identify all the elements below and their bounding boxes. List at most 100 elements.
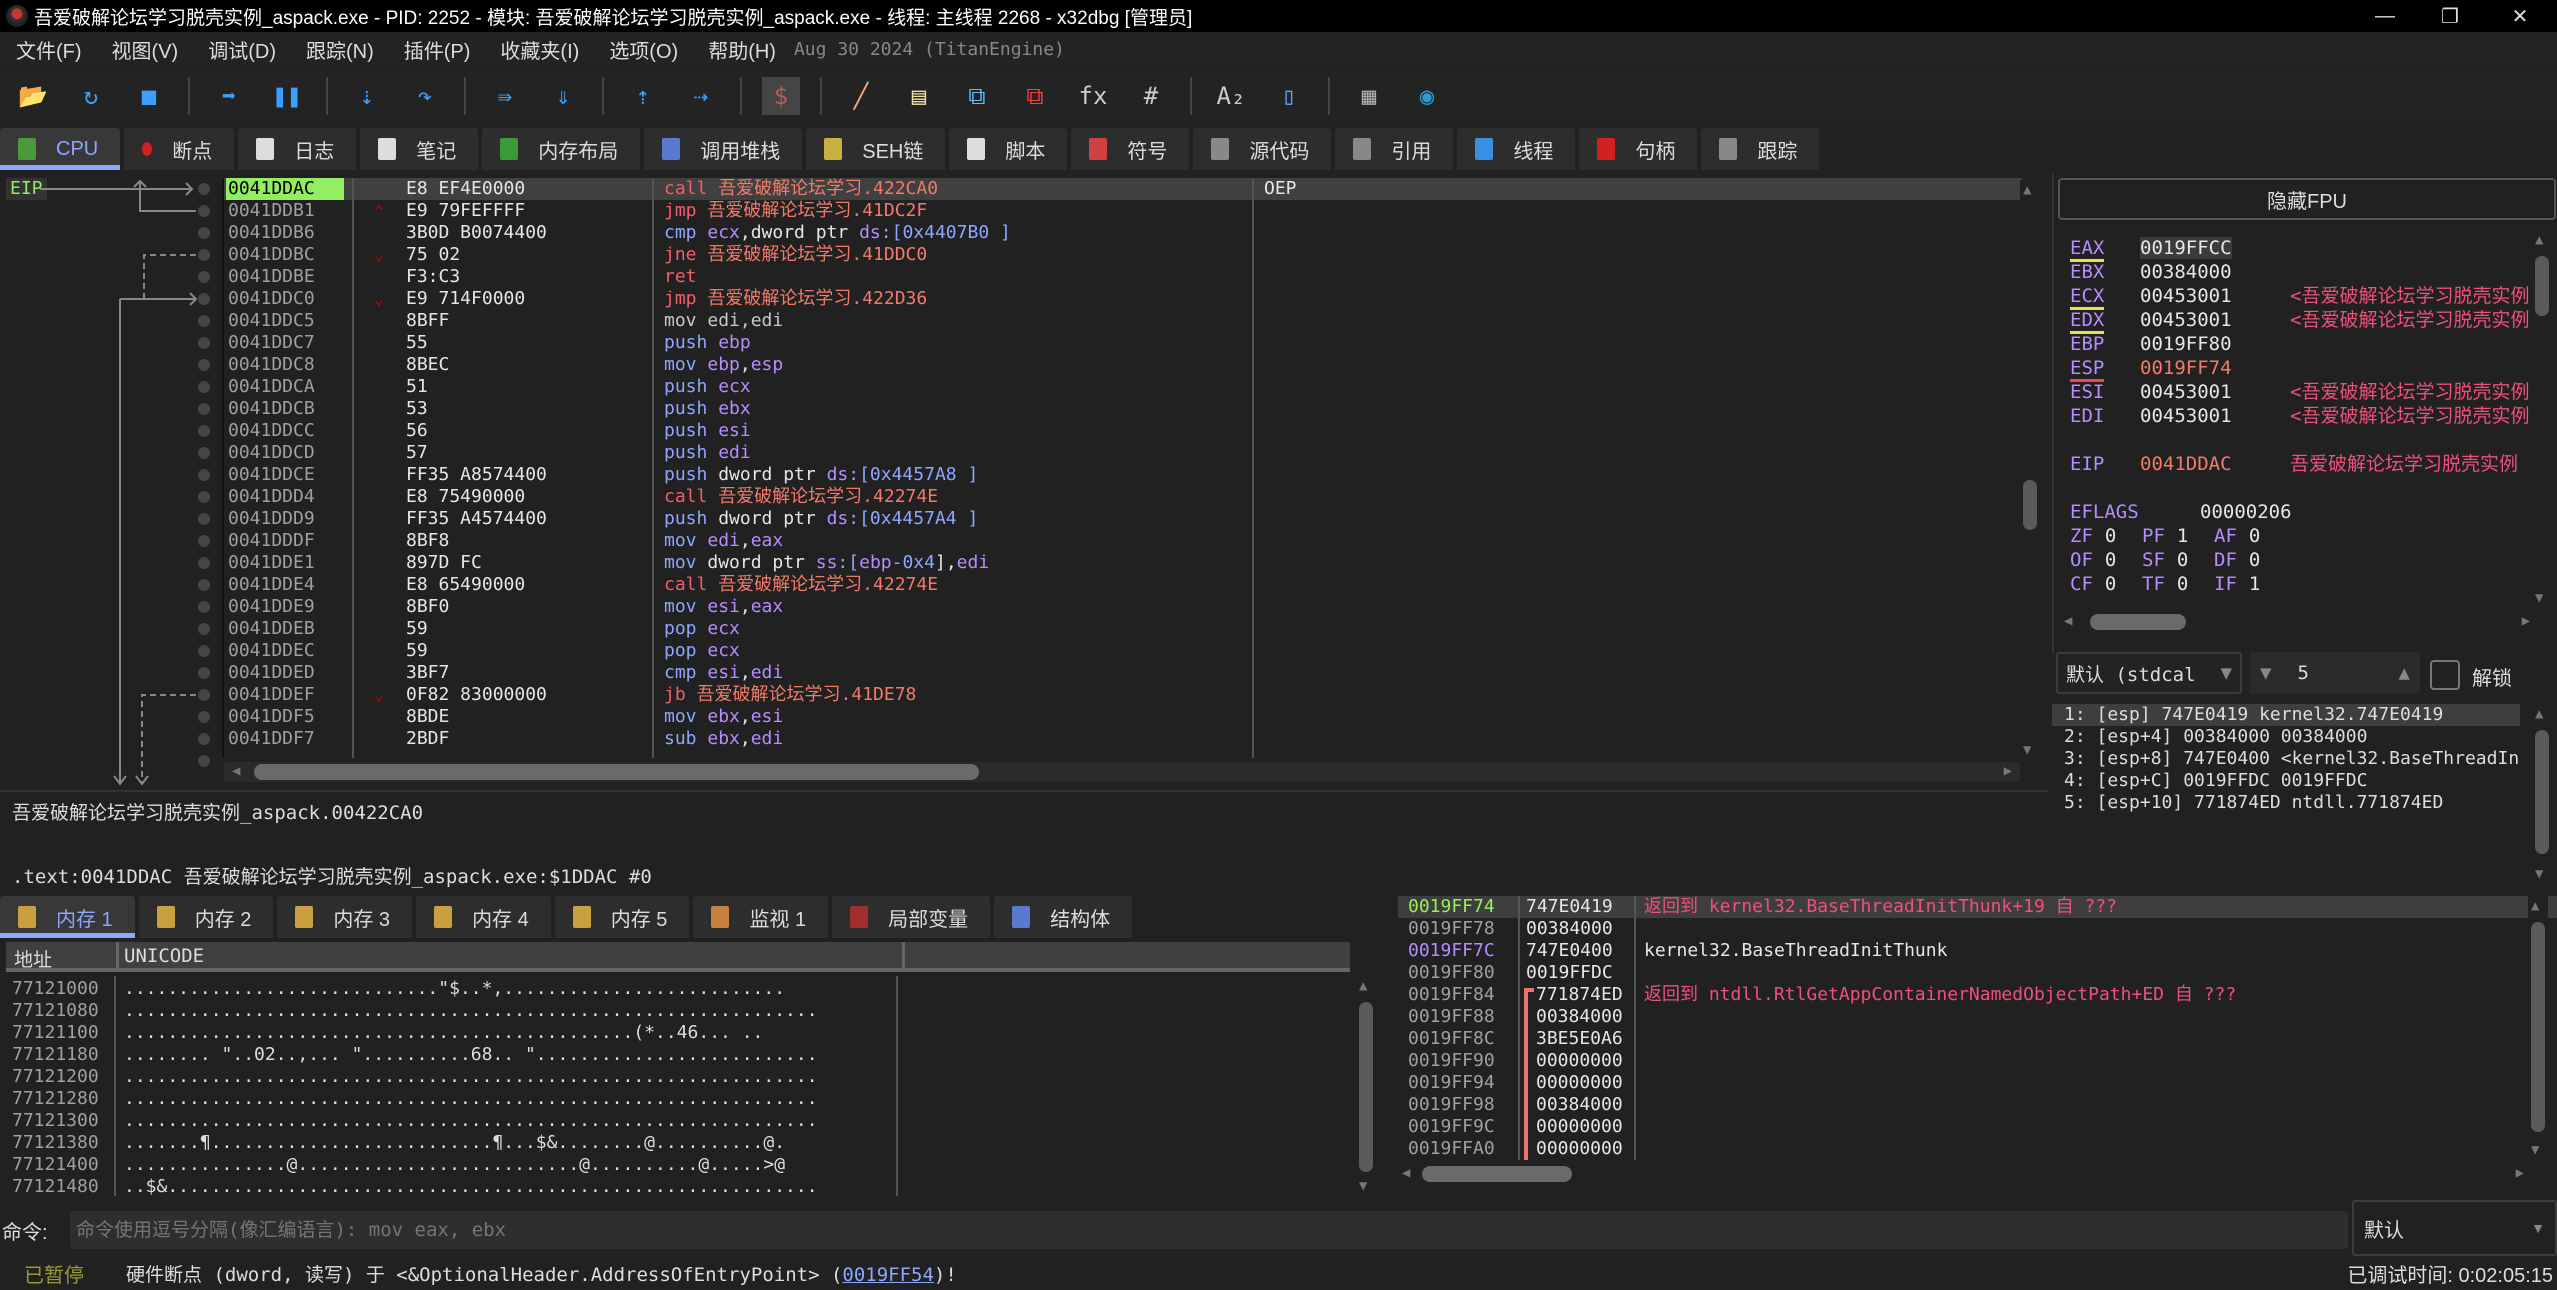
scroll-down-icon[interactable]: ▼ (2535, 590, 2543, 606)
disasm-row[interactable]: 0041DDBE F3:C3 ret (224, 266, 2022, 288)
registers-horizontal-scrollbar[interactable]: ◀ ▶ (2060, 612, 2530, 632)
scroll-up-icon[interactable]: ▲ (2531, 898, 2539, 914)
menu-view[interactable]: 视图(V) (96, 35, 193, 64)
dump-row-unicode[interactable]: ........................................… (124, 1088, 894, 1110)
disasm-row[interactable]: 0041DDC5 8BFF mov edi,edi (224, 310, 2022, 332)
functions-button[interactable]: fx (1074, 77, 1112, 115)
disasm-row[interactable]: 0041DDCD 57 push edi (224, 442, 2022, 464)
dump-row-address[interactable]: 77121080 (12, 1000, 99, 1022)
step-over-button[interactable]: ↷ (406, 77, 444, 115)
breakpoint-toggle[interactable] (198, 557, 210, 569)
scroll-up-icon[interactable]: ▲ (2023, 182, 2031, 198)
tab-call-stack[interactable]: 调用堆栈 (644, 128, 803, 170)
menu-debug[interactable]: 调试(D) (192, 35, 290, 64)
flag-tf[interactable]: TF 0 (2142, 572, 2214, 596)
stack-horizontal-scrollbar[interactable]: ◀ ▶ (1398, 1164, 2528, 1184)
breakpoint-toggle[interactable] (198, 667, 210, 679)
stack-row[interactable]: 0019FF98 00384000 (1398, 1094, 2557, 1116)
column-unicode[interactable]: UNICODE (124, 945, 204, 967)
flag-cf[interactable]: CF 0 (2070, 572, 2142, 596)
patch-button[interactable]: ╱ (842, 77, 880, 115)
tab-trace[interactable]: 跟踪 (1701, 128, 1820, 170)
run-to-user-code-button[interactable]: ⇢ (682, 77, 720, 115)
disasm-row[interactable]: 0041DDF7 2BDF sub ebx,edi (224, 728, 2022, 750)
breakpoint-toggle[interactable] (198, 645, 210, 657)
run-button[interactable]: ➡ (210, 77, 248, 115)
calling-convention-select[interactable]: 默认 (stdcal ▼ (2056, 652, 2242, 694)
dump-row-address[interactable]: 77121380 (12, 1132, 99, 1154)
breakpoint-toggle[interactable] (198, 403, 210, 415)
step-into-button[interactable]: ⇣ (348, 77, 386, 115)
breakpoint-toggle[interactable] (198, 293, 210, 305)
dump-row-address[interactable]: 77121180 (12, 1044, 99, 1066)
maximize-button[interactable]: ❐ (2420, 0, 2480, 32)
comments-button[interactable]: ▤ (900, 77, 938, 115)
dump-row-address[interactable]: 77121400 (12, 1154, 99, 1176)
tab-dump-4[interactable]: 内存 4 (416, 896, 551, 938)
scroll-down-icon[interactable]: ▼ (2535, 866, 2543, 882)
argument-row[interactable]: 4: [esp+C] 0019FFDC 0019FFDC (2052, 770, 2520, 792)
breakpoint-toggle[interactable] (198, 733, 210, 745)
stack-row[interactable]: 0019FF8C 3BE5E0A6 (1398, 1028, 2557, 1050)
breakpoint-toggle[interactable] (198, 381, 210, 393)
stack-row[interactable]: 0019FF94 00000000 (1398, 1072, 2557, 1094)
breakpoint-toggle[interactable] (198, 271, 210, 283)
dump-row-unicode[interactable]: ........ "..02..,... "..........68.. "..… (124, 1044, 894, 1066)
register-eflags[interactable]: EFLAGS 00000206 (2070, 500, 2350, 524)
calculator-button[interactable]: ▦ (1350, 77, 1388, 115)
breakpoint-toggle[interactable] (198, 711, 210, 723)
scroll-up-icon[interactable]: ▲ (2535, 232, 2543, 248)
register-eax[interactable]: EAX 0019FFCC (2070, 236, 2290, 262)
tab-dump-2[interactable]: 内存 2 (138, 896, 274, 938)
disasm-row[interactable]: 0041DDD4 E8 75490000 call 吾爱破解论坛学习.42274E (224, 486, 2022, 508)
command-input[interactable] (70, 1211, 2348, 1249)
register-ebp[interactable]: EBP 0019FF80 (2070, 332, 2290, 356)
register-ecx[interactable]: ECX 00453001 <吾爱破解论坛学习脱壳实例 (2070, 284, 2529, 310)
stack-row[interactable]: 0019FF84 771874ED 返回到 ntdll.RtlGetAppConta… (1398, 984, 2557, 1006)
argument-count-spinner[interactable]: ▼ 5 ▲ (2250, 652, 2420, 694)
disasm-horizontal-scrollbar[interactable]: ◀ ▶ (224, 762, 2020, 782)
tab-locals[interactable]: 局部变量 (832, 896, 991, 938)
flag-af[interactable]: AF 0 (2214, 524, 2286, 548)
command-mode-select[interactable]: 默认 ▼ (2352, 1200, 2557, 1256)
disasm-row[interactable]: 0041DDC0 ⌄ E9 714F0000 jmp 吾爱破解论坛学习.422D36 (224, 288, 2022, 310)
scroll-up-icon[interactable]: ▲ (2535, 706, 2543, 722)
disasm-row[interactable]: 0041DDE1 897D FC mov dword ptr ss:[ebp-0x4… (224, 552, 2022, 574)
tab-log[interactable]: 日志 (238, 128, 357, 170)
scylla-button[interactable]: $ (762, 77, 800, 115)
tab-seh[interactable]: SEH链 (806, 128, 946, 170)
scroll-left-icon[interactable]: ◀ (1402, 1165, 1410, 1181)
argument-row[interactable]: 1: [esp] 747E0419 kernel32.747E0419 (2052, 704, 2520, 726)
restart-button[interactable]: ↻ (72, 77, 110, 115)
argument-row[interactable]: 5: [esp+10] 771874ED ntdll.771874ED (2052, 792, 2520, 814)
scroll-right-icon[interactable]: ▶ (2004, 763, 2012, 779)
scroll-left-icon[interactable]: ◀ (2064, 613, 2072, 629)
argument-row[interactable]: 3: [esp+8] 747E0400 <kernel32.BaseThread… (2052, 748, 2520, 770)
decrement-icon[interactable]: ▼ (2260, 662, 2271, 684)
stack-row[interactable]: 0019FF9C 00000000 (1398, 1116, 2557, 1138)
open-button[interactable]: 📂 (14, 77, 52, 115)
stack-vertical-scrollbar[interactable]: ▲ ▼ (2528, 896, 2548, 1160)
stack-view[interactable]: 0019FF74 747E0419 返回到 kernel32.BaseThreadI… (1398, 896, 2557, 1196)
argument-row[interactable]: 2: [esp+4] 00384000 00384000 (2052, 726, 2520, 748)
breakpoint-toggle[interactable] (198, 689, 210, 701)
flag-pf[interactable]: PF 1 (2142, 524, 2214, 548)
disasm-row[interactable]: 0041DDED 3BF7 cmp esi,edi (224, 662, 2022, 684)
tab-watch[interactable]: 监视 1 (693, 896, 829, 938)
flag-zf[interactable]: ZF 0 (2070, 524, 2142, 548)
disasm-row[interactable]: 0041DDB6 3B0D B0074400 cmp ecx,dword ptr d… (224, 222, 2022, 244)
unlock-checkbox[interactable] (2430, 660, 2460, 690)
status-address-link[interactable]: 0019FF54 (842, 1264, 934, 1286)
dump-row-unicode[interactable]: .......¶..........................¶...$&… (124, 1132, 894, 1154)
dump-row-address[interactable]: 77121200 (12, 1066, 99, 1088)
breakpoint-toggle[interactable] (198, 249, 210, 261)
bookmarks-button[interactable]: ⧉ (1016, 77, 1054, 115)
breakpoint-toggle[interactable] (198, 337, 210, 349)
dump-row-address[interactable]: 77121100 (12, 1022, 99, 1044)
flag-of[interactable]: OF 0 (2070, 548, 2142, 572)
disasm-row[interactable]: 0041DDD9 FF35 A4574400 push dword ptr ds:[… (224, 508, 2022, 530)
stack-row[interactable]: 0019FFA0 00000000 (1398, 1138, 2557, 1160)
breakpoint-toggle[interactable] (198, 447, 210, 459)
disasm-row[interactable]: 0041DDCC 56 push esi (224, 420, 2022, 442)
dump-row-address[interactable]: 77121000 (12, 978, 99, 1000)
